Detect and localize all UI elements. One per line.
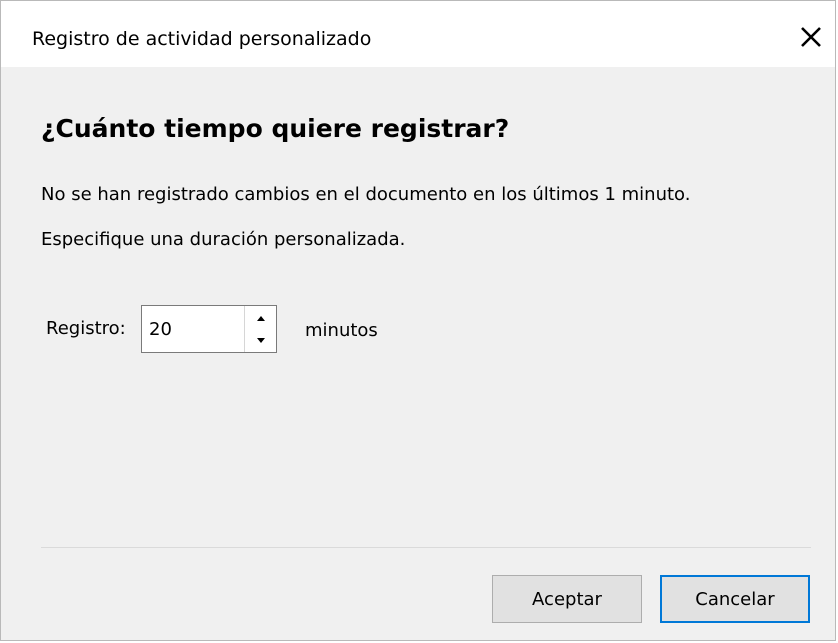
duration-unit: minutos bbox=[305, 320, 378, 341]
spin-up-button[interactable] bbox=[245, 306, 276, 329]
spin-up-icon bbox=[256, 315, 265, 321]
duration-label: Registro: bbox=[46, 318, 126, 339]
custom-activity-log-dialog: Registro de actividad personalizado ¿Cuá… bbox=[0, 0, 836, 641]
dialog-heading: ¿Cuánto tiempo quiere registrar? bbox=[41, 114, 510, 143]
close-icon-glyph bbox=[801, 27, 821, 47]
title-bar: Registro de actividad personalizado bbox=[1, 1, 835, 67]
spin-buttons bbox=[244, 306, 276, 352]
spin-down-icon bbox=[256, 337, 265, 343]
cancel-button[interactable]: Cancelar bbox=[660, 575, 810, 623]
footer-divider bbox=[41, 547, 811, 548]
close-icon[interactable] bbox=[795, 21, 827, 53]
spin-down-button[interactable] bbox=[245, 329, 276, 352]
description-line-2: Especifique una duración personalizada. bbox=[41, 229, 406, 250]
window-title: Registro de actividad personalizado bbox=[32, 28, 372, 50]
duration-input[interactable] bbox=[142, 306, 244, 352]
accept-button[interactable]: Aceptar bbox=[492, 575, 642, 623]
duration-spinbox[interactable] bbox=[141, 305, 277, 353]
description-line-1: No se han registrado cambios en el docum… bbox=[41, 184, 691, 205]
